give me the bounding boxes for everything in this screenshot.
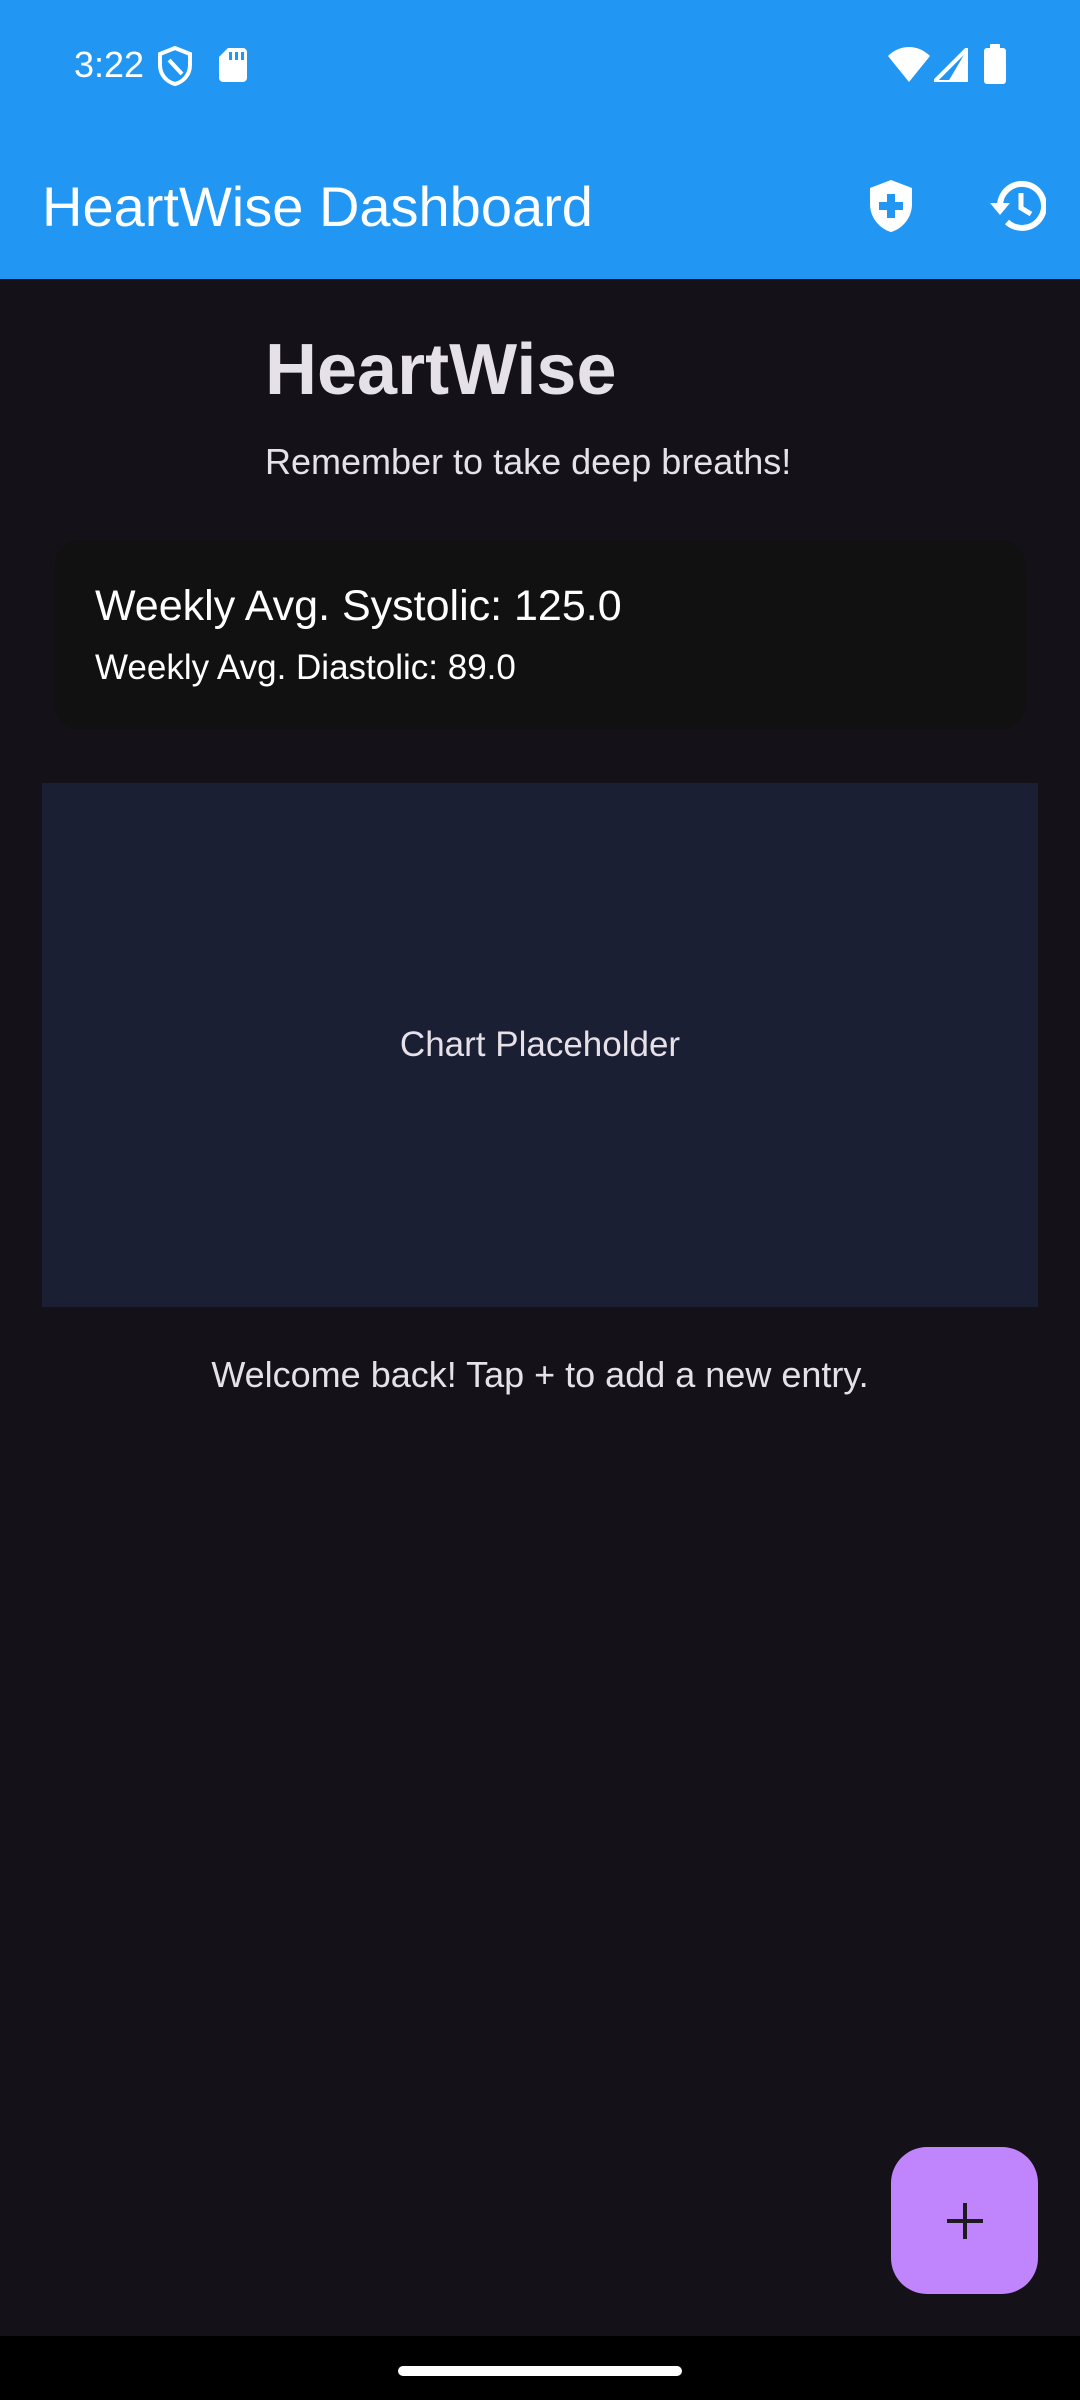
history-icon: [990, 180, 1046, 231]
weekly-averages-card: Weekly Avg. Systolic: 125.0 Weekly Avg. …: [55, 540, 1025, 730]
cellular-signal-icon: [934, 48, 968, 82]
chart-placeholder: Chart Placeholder: [42, 783, 1038, 1307]
add-entry-button[interactable]: [891, 2147, 1038, 2294]
screen: 3:22 HeartWise Dashboard HeartWise Remem…: [0, 0, 1080, 2400]
shield-icon: [158, 46, 192, 86]
battery-icon: [984, 44, 1006, 84]
plus-icon: [946, 2202, 983, 2239]
wifi-icon: [888, 47, 930, 82]
sd-card-icon: [219, 48, 247, 82]
home-gesture-handle[interactable]: [398, 2366, 682, 2376]
status-bar: 3:22: [0, 0, 1080, 132]
weekly-avg-systolic: Weekly Avg. Systolic: 125.0: [95, 582, 622, 630]
welcome-message: Welcome back! Tap + to add a new entry.: [211, 1354, 869, 1395]
health-shield-button[interactable]: [849, 164, 933, 248]
history-button[interactable]: [975, 164, 1059, 248]
app-bar: HeartWise Dashboard: [0, 132, 1080, 279]
page-title: HeartWise: [265, 330, 617, 410]
chart-placeholder-label: Chart Placeholder: [399, 1025, 681, 1064]
status-time: 3:22: [74, 44, 145, 85]
system-nav-bar: [0, 2336, 1080, 2400]
page-subtitle: Remember to take deep breaths!: [265, 441, 792, 482]
weekly-avg-diastolic: Weekly Avg. Diastolic: 89.0: [95, 648, 516, 687]
app-title: HeartWise Dashboard: [42, 175, 593, 238]
health-shield-icon: [870, 180, 912, 232]
